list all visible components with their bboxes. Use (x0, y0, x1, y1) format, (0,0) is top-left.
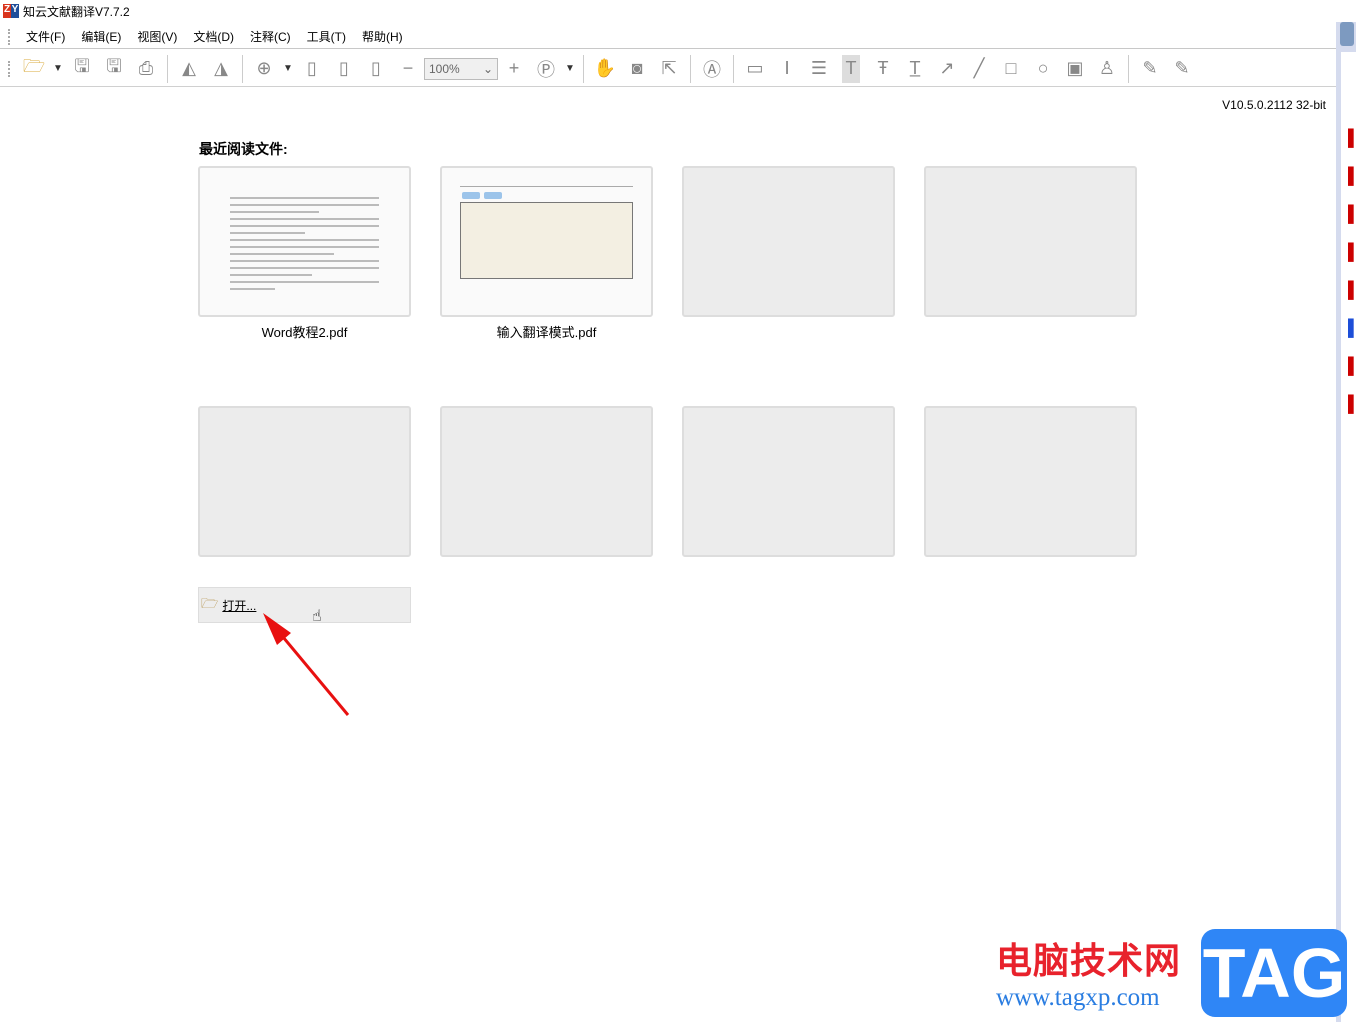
empty-thumbnail (682, 166, 895, 317)
preview-text-area (460, 202, 633, 279)
chevron-down-icon[interactable]: ▼ (50, 55, 66, 83)
hand-cursor-icon: ☝ (312, 606, 322, 626)
app-title: 知云文献翻译V7.7.2 (23, 3, 130, 20)
recent-file-name[interactable]: 输入翻译模式.pdf (440, 322, 653, 341)
plus-icon[interactable]: + (498, 55, 530, 83)
line-icon[interactable]: ╱ (963, 55, 995, 83)
app-logo: ZY (3, 4, 19, 18)
edit-note-icon[interactable]: ✎ (1134, 55, 1166, 83)
red-arrow-annotation (255, 605, 365, 725)
panel-grip[interactable] (1340, 22, 1354, 46)
empty-thumbnail (198, 406, 411, 557)
menu-tools[interactable]: 工具(T) (299, 28, 354, 45)
text-insert-icon[interactable]: Ⅰ (771, 55, 803, 83)
strikethrough-icon[interactable]: Ŧ (867, 55, 899, 83)
menu-bar: 文件(F) 编辑(E) 视图(V) 文档(D) 注释(C) 工具(T) 帮助(H… (0, 25, 1336, 49)
rotate-right-icon[interactable]: ◮ (205, 55, 237, 83)
snapshot-icon[interactable]: ◙ (621, 55, 653, 83)
watermark-site-name: 电脑技术网 (996, 932, 1181, 984)
open-file-link[interactable]: 打开... (222, 597, 256, 614)
save-all-icon[interactable]: 🖫 (98, 55, 130, 83)
arrow-icon[interactable]: ↗ (931, 55, 963, 83)
divider (690, 55, 691, 83)
recent-file-name[interactable]: Word教程2.pdf (198, 322, 411, 341)
ellipse-icon[interactable]: ○ (1027, 55, 1059, 83)
zoom-select[interactable]: 100% ⌄ (424, 58, 498, 80)
divider (733, 55, 734, 83)
folder-icon: 🗁 (201, 593, 218, 617)
chevron-down-icon[interactable]: ▼ (562, 55, 578, 83)
rectangle-icon[interactable]: □ (995, 55, 1027, 83)
title-bar: ZY 知云文献翻译V7.7.2 (0, 0, 1336, 22)
recent-files-heading: 最近阅读文件: (199, 139, 288, 159)
fit-height-icon[interactable]: ▯ (328, 55, 360, 83)
open-folder-icon[interactable]: 🗁 (18, 55, 50, 83)
divider (1128, 55, 1129, 83)
fit-page-icon[interactable]: ▯ (296, 55, 328, 83)
toolbar-grip[interactable] (8, 61, 10, 77)
print-icon[interactable]: ⎙ (130, 55, 162, 83)
divider (242, 55, 243, 83)
rotate-left-icon[interactable]: ◭ (173, 55, 205, 83)
preview-button (462, 192, 480, 199)
menu-grip[interactable] (8, 29, 10, 45)
menu-annotate[interactable]: 注释(C) (242, 28, 299, 45)
chevron-down-icon[interactable]: ▼ (280, 55, 296, 83)
search-icon[interactable]: Ⓐ (696, 55, 728, 83)
chevron-down-icon: ⌄ (483, 62, 493, 76)
menu-file[interactable]: 文件(F) (18, 28, 73, 45)
watermark-url: www.tagxp.com (996, 984, 1160, 1012)
empty-thumbnail (440, 406, 653, 557)
toolbar: 🗁 ▼ 🖫 🖫 ⎙ ◭ ◮ ⊕ ▼ ▯ ▯ ▯ − 100%⌄ + Ⓟ ▼ ✋ … (0, 51, 1336, 87)
edit-form-icon[interactable]: ✎ (1166, 55, 1198, 83)
panel-red-text-fragment: ▌▌▌▌▌▌▌▌ (1348, 120, 1356, 424)
image-icon[interactable]: ▣ (1059, 55, 1091, 83)
comment-icon[interactable]: ▭ (739, 55, 771, 83)
text-replace-icon[interactable]: ☰ (803, 55, 835, 83)
menu-edit[interactable]: 编辑(E) (73, 28, 129, 45)
save-icon[interactable]: 🖫 (66, 55, 98, 83)
zoom-value: 100% (429, 62, 460, 76)
highlight-icon[interactable]: T (842, 55, 860, 83)
document-preview (460, 186, 633, 187)
zoom-out-icon[interactable]: − (392, 55, 424, 83)
menu-view[interactable]: 视图(V) (129, 28, 185, 45)
recent-file-thumbnail[interactable] (440, 166, 653, 317)
stamp-icon[interactable]: ♙ (1091, 55, 1123, 83)
zoom-in-icon[interactable]: ⊕ (248, 55, 280, 83)
select-text-icon[interactable]: ⇱ (653, 55, 685, 83)
empty-thumbnail (924, 406, 1137, 557)
fit-width-icon[interactable]: ▯ (360, 55, 392, 83)
menu-help[interactable]: 帮助(H) (354, 28, 411, 45)
divider (167, 55, 168, 83)
version-label: V10.5.0.2112 32-bit (1222, 98, 1326, 112)
watermark-tag-logo: TAG (1201, 929, 1347, 1017)
empty-thumbnail (682, 406, 895, 557)
document-preview (230, 192, 379, 295)
divider (583, 55, 584, 83)
recent-file-thumbnail[interactable] (198, 166, 411, 317)
hand-icon[interactable]: ✋ (589, 55, 621, 83)
page-icon[interactable]: Ⓟ (530, 55, 562, 83)
underline-icon[interactable]: T̲ (899, 55, 931, 83)
menu-document[interactable]: 文档(D) (185, 28, 242, 45)
empty-thumbnail (924, 166, 1137, 317)
preview-button (484, 192, 502, 199)
